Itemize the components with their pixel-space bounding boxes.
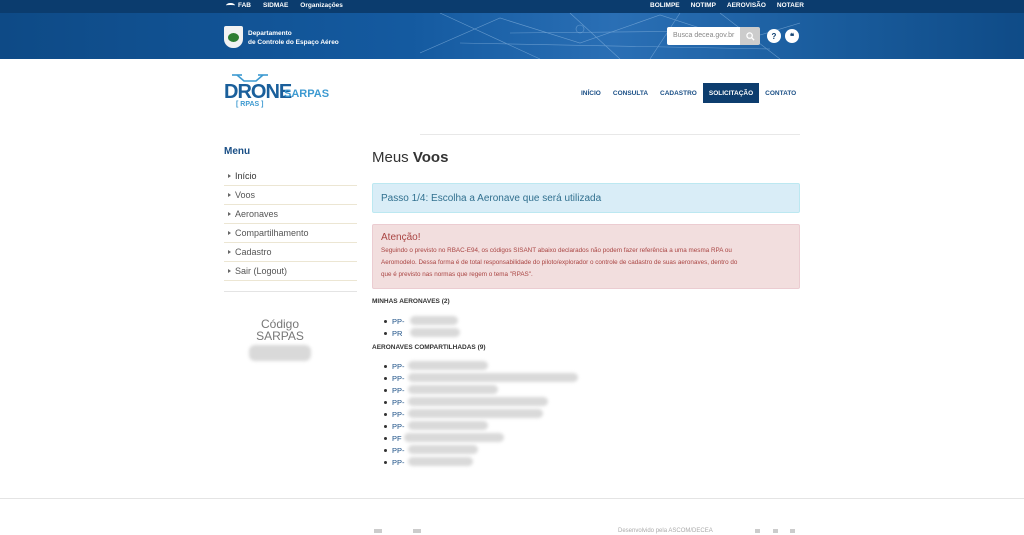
decea-org-name[interactable]: Departamento de Controle do Espaço Aéreo (248, 29, 339, 47)
shared-aircraft-list: PP- PP- PP- PP- PP- PP- PF PP- PP- (384, 360, 578, 468)
sidebar-item-compartilhamento[interactable]: Compartilhamento (224, 224, 357, 243)
list-item[interactable]: PP- (384, 408, 543, 420)
warning-alert: Atenção! Seguindo o previsto no RBAC-E94… (372, 224, 800, 289)
sidebar-item-voos[interactable]: Voos (224, 186, 357, 205)
footer-credit: Desenvolvido pela ASCOM/DECEA (618, 528, 713, 534)
page-title: Meus Voos (372, 149, 449, 166)
aerovisao-link[interactable]: AEROVISÃO (727, 2, 766, 9)
notaer-link[interactable]: NOTAER (777, 2, 804, 9)
footer-logo (374, 529, 382, 533)
caret-right-icon (228, 269, 231, 273)
nav-cadastro[interactable]: CADASTRO (654, 83, 703, 103)
nav-consulta[interactable]: CONSULTA (607, 83, 654, 103)
list-item[interactable]: PP- (384, 372, 578, 384)
my-aircraft-list: PP- PR (384, 315, 460, 339)
search-icon (745, 31, 755, 41)
footer-social-icon[interactable] (755, 529, 760, 533)
divider (420, 134, 800, 135)
organizacoes-link[interactable]: Organizações (300, 2, 343, 9)
side-menu-title: Menu (224, 146, 251, 157)
top-right-links: BOLIMPE NOTIMP AEROVISÃO NOTAER (650, 2, 804, 9)
footer-logo (413, 529, 421, 533)
help-button[interactable]: ? (767, 29, 781, 43)
fab-wings-icon (226, 3, 235, 8)
alert-body: Seguindo o previsto no RBAC-E94, os códi… (381, 247, 738, 278)
header-banner: Departamento de Controle do Espaço Aéreo… (0, 13, 1024, 59)
side-menu: Menu Início Voos Aeronaves Compartilhame… (224, 146, 357, 292)
my-aircraft-title: MINHAS AERONAVES (2) (372, 298, 450, 305)
caret-right-icon (228, 174, 231, 178)
caret-right-icon (228, 231, 231, 235)
rpas-wordmark: [ RPAS ] (236, 101, 264, 108)
sidmae-link[interactable]: SIDMAE (263, 2, 288, 9)
sidebar-item-cadastro[interactable]: Cadastro (224, 243, 357, 262)
fab-link[interactable]: FAB (226, 2, 251, 9)
caret-right-icon (228, 212, 231, 216)
search-button[interactable] (740, 27, 760, 45)
footer-social-icon[interactable] (790, 529, 795, 533)
codigo-sarpas: Código SARPAS (244, 318, 316, 361)
sidebar-item-aeronaves[interactable]: Aeronaves (224, 205, 357, 224)
list-item[interactable]: PP- (384, 360, 488, 372)
top-bar: FAB SIDMAE Organizações BOLIMPE NOTIMP A… (0, 0, 1024, 13)
step-info-box: Passo 1/4: Escolha a Aeronave que será u… (372, 183, 800, 213)
decea-logo[interactable] (224, 26, 243, 48)
caret-right-icon (228, 193, 231, 197)
list-item[interactable]: PP- (384, 384, 498, 396)
bolimpe-link[interactable]: BOLIMPE (650, 2, 680, 9)
main-nav: INÍCIO CONSULTA CADASTRO SOLICITAÇÃO CON… (575, 83, 802, 103)
search-input[interactable]: Busca decea.gov.br (667, 27, 740, 45)
sidebar-item-inicio[interactable]: Início (224, 167, 357, 186)
chat-button[interactable]: ❝ (785, 29, 799, 43)
divider (224, 291, 357, 292)
footer-divider (0, 498, 1024, 499)
sidebar-item-logout[interactable]: Sair (Logout) (224, 262, 357, 281)
list-item[interactable]: PF (384, 432, 504, 444)
drone-rpas-sarpas-logo[interactable]: DRONE [ RPAS ] SARPAS (224, 72, 334, 112)
top-left-links: FAB SIDMAE Organizações (226, 2, 343, 9)
list-item[interactable]: PP- (384, 315, 458, 327)
list-item[interactable]: PP- (384, 396, 548, 408)
chat-icon: ❝ (789, 31, 795, 41)
alert-title: Atenção! (381, 232, 421, 243)
nav-inicio[interactable]: INÍCIO (575, 83, 607, 103)
caret-right-icon (228, 250, 231, 254)
nav-contato[interactable]: CONTATO (759, 83, 802, 103)
help-icon: ? (771, 31, 777, 41)
shared-aircraft-title: AERONAVES COMPARTILHADAS (9) (372, 344, 486, 351)
notimp-link[interactable]: NOTIMP (691, 2, 716, 9)
redacted-code (249, 345, 311, 361)
footer-social-icon[interactable] (773, 529, 778, 533)
nav-solicitacao[interactable]: SOLICITAÇÃO (702, 83, 760, 103)
list-item[interactable]: PP- (384, 456, 473, 468)
list-item[interactable]: PP- (384, 420, 488, 432)
sarpas-wordmark: SARPAS (284, 88, 330, 100)
list-item[interactable]: PP- (384, 444, 478, 456)
list-item[interactable]: PR (384, 327, 460, 339)
